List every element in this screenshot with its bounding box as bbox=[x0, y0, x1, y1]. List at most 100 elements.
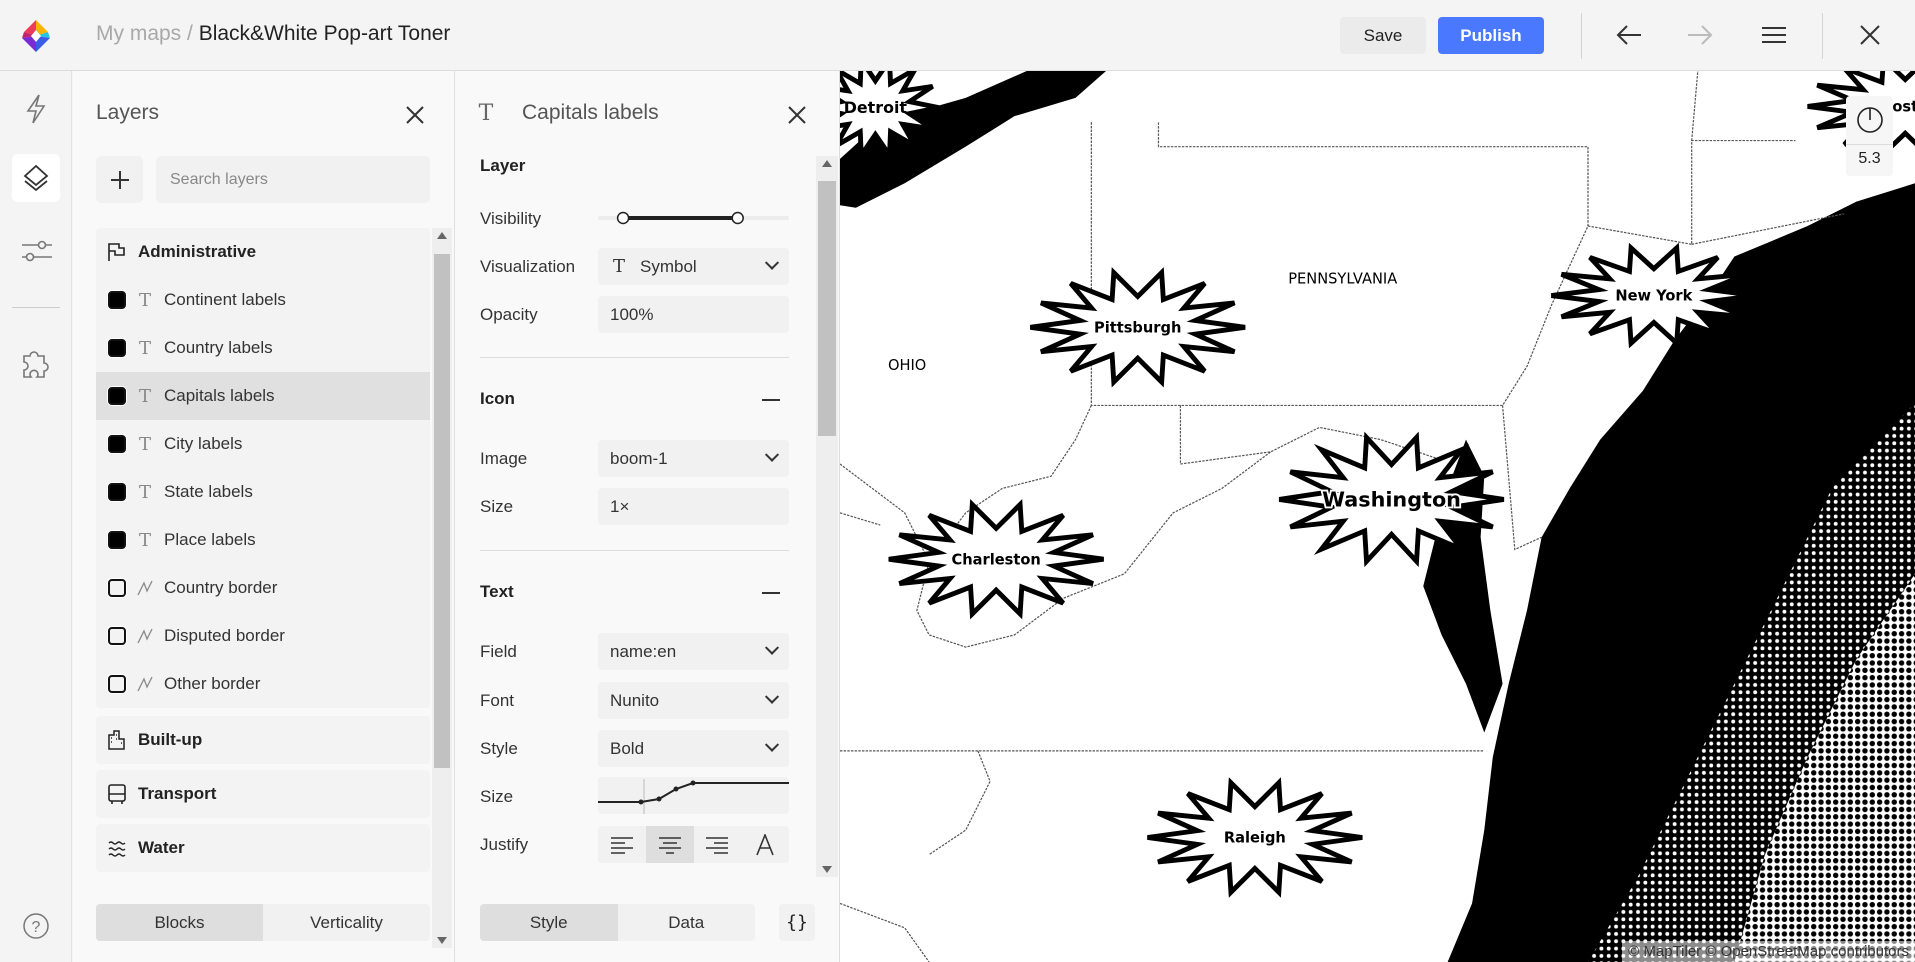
text-size-zoom-curve[interactable] bbox=[598, 777, 789, 814]
svg-text:?: ? bbox=[32, 919, 41, 936]
tab-verticality[interactable]: Verticality bbox=[263, 904, 430, 941]
layer-item[interactable]: T Country labels bbox=[96, 324, 430, 372]
layer-item[interactable]: T State labels bbox=[96, 468, 430, 516]
text-type-icon: T bbox=[138, 433, 151, 455]
capital-marker[interactable]: New York bbox=[1551, 242, 1757, 349]
chevron-down-icon bbox=[764, 689, 780, 704]
layer-item[interactable]: Country border bbox=[96, 564, 430, 612]
opacity-label: Opacity bbox=[480, 305, 538, 324]
layer-group-header[interactable]: Administrative bbox=[96, 228, 430, 276]
capital-marker[interactable]: Washington bbox=[1278, 431, 1505, 568]
compass-icon[interactable] bbox=[1856, 106, 1884, 134]
scrollbar[interactable] bbox=[432, 228, 452, 948]
font-select[interactable]: Nunito bbox=[598, 682, 789, 719]
layer-visibility-toggle[interactable] bbox=[108, 291, 126, 309]
auto-text-icon bbox=[756, 833, 774, 855]
close-icon[interactable] bbox=[1858, 23, 1882, 47]
layer-visibility-toggle[interactable] bbox=[108, 531, 126, 549]
sliders-icon[interactable] bbox=[20, 237, 52, 265]
layer-label: City labels bbox=[164, 434, 243, 453]
scroll-up-icon[interactable] bbox=[822, 160, 832, 167]
layer-item[interactable]: T Place labels bbox=[96, 516, 430, 564]
capital-marker[interactable]: Detroit bbox=[840, 71, 940, 163]
layer-group-header[interactable]: Transport bbox=[96, 770, 430, 818]
font-style-select[interactable]: Bold bbox=[598, 730, 789, 767]
opacity-value: 100% bbox=[610, 304, 654, 324]
capital-marker[interactable]: Charleston bbox=[888, 499, 1104, 620]
layer-item[interactable]: T Continent labels bbox=[96, 276, 430, 324]
tab-blocks[interactable]: Blocks bbox=[96, 904, 263, 941]
layer-visibility-toggle[interactable] bbox=[108, 579, 126, 597]
scrollbar-thumb[interactable] bbox=[818, 181, 836, 436]
add-layer-button[interactable] bbox=[96, 156, 143, 203]
justify-center-button[interactable] bbox=[645, 826, 694, 863]
maptiler-logo[interactable] bbox=[18, 18, 54, 54]
layers-button[interactable] bbox=[12, 154, 60, 202]
field-value: name:en bbox=[610, 641, 677, 661]
visibility-min-handle[interactable] bbox=[616, 211, 630, 225]
justify-auto-button[interactable] bbox=[741, 826, 789, 863]
visibility-range-slider[interactable] bbox=[598, 206, 789, 230]
layer-visibility-toggle[interactable] bbox=[108, 339, 126, 357]
capital-marker[interactable]: Raleigh bbox=[1147, 777, 1363, 898]
visibility-max-handle[interactable] bbox=[731, 211, 744, 225]
layer-visibility-toggle[interactable] bbox=[108, 387, 126, 405]
capital-marker[interactable]: Pittsburgh bbox=[1030, 267, 1246, 388]
layer-group-header[interactable]: Built-up bbox=[96, 716, 430, 764]
layer-visibility-toggle[interactable] bbox=[108, 483, 126, 501]
layer-visibility-toggle[interactable] bbox=[108, 435, 126, 453]
state-label: OHIO bbox=[888, 357, 926, 374]
opacity-input[interactable]: 100% bbox=[598, 296, 789, 333]
layer-label: Country labels bbox=[164, 338, 273, 357]
field-select[interactable]: name:en bbox=[598, 633, 789, 670]
map-attribution[interactable]: © MapTiler © OpenStreetMap contributors bbox=[1622, 941, 1915, 962]
justify-label: Justify bbox=[480, 835, 529, 854]
tab-data[interactable]: Data bbox=[618, 904, 756, 941]
visualization-select[interactable]: T Symbol bbox=[598, 248, 789, 285]
layer-item[interactable]: T City labels bbox=[96, 420, 430, 468]
layer-item[interactable]: T Capitals labels bbox=[96, 372, 430, 420]
json-editor-button[interactable]: {} bbox=[779, 904, 815, 941]
scrollbar[interactable] bbox=[816, 156, 838, 877]
layer-group-built-up: Built-up bbox=[96, 716, 430, 764]
redo-arrow-icon[interactable] bbox=[1686, 23, 1714, 47]
justify-buttons bbox=[598, 826, 789, 863]
publish-button[interactable]: Publish bbox=[1438, 17, 1544, 54]
puzzle-icon[interactable] bbox=[20, 347, 50, 379]
layer-list: Administrative T Continent labels T Country … bbox=[96, 228, 441, 948]
breadcrumb-my-maps[interactable]: My maps bbox=[96, 22, 181, 45]
image-select[interactable]: boom-1 bbox=[598, 440, 789, 477]
map-title[interactable]: Black&White Pop-art Toner bbox=[199, 22, 451, 45]
capital-label: Washington bbox=[1322, 488, 1461, 512]
lightning-icon[interactable] bbox=[22, 93, 50, 125]
building-icon bbox=[108, 730, 125, 750]
menu-icon[interactable] bbox=[1760, 24, 1788, 46]
layer-item[interactable]: Disputed border bbox=[96, 612, 430, 660]
text-type-icon: T bbox=[138, 385, 151, 407]
save-button[interactable]: Save bbox=[1340, 17, 1426, 54]
layer-visibility-toggle[interactable] bbox=[108, 675, 126, 693]
justify-right-button[interactable] bbox=[694, 826, 742, 863]
tab-style[interactable]: Style bbox=[480, 904, 618, 941]
chevron-down-icon bbox=[764, 737, 780, 752]
layer-style-panel: T Capitals labels Layer Visibility Visua… bbox=[455, 71, 840, 962]
collapse-icon-section-button[interactable] bbox=[762, 399, 780, 401]
close-icon[interactable] bbox=[403, 103, 427, 127]
undo-arrow-icon[interactable] bbox=[1615, 23, 1643, 47]
layer-item[interactable]: Other border bbox=[96, 660, 430, 708]
icon-size-input[interactable]: 1× bbox=[598, 488, 789, 525]
group-label: Built-up bbox=[138, 730, 203, 749]
scroll-up-icon[interactable] bbox=[437, 232, 447, 239]
chevron-down-icon bbox=[764, 640, 780, 655]
scrollbar-thumb[interactable] bbox=[434, 254, 450, 768]
scroll-down-icon[interactable] bbox=[437, 937, 447, 944]
help-icon[interactable]: ? bbox=[21, 911, 51, 941]
layer-group-header[interactable]: Water bbox=[96, 824, 430, 872]
close-icon[interactable] bbox=[785, 103, 809, 127]
scroll-down-icon[interactable] bbox=[822, 866, 832, 873]
map-canvas[interactable]: Detroit Pittsburgh New York Washington Charl… bbox=[840, 71, 1915, 962]
layer-visibility-toggle[interactable] bbox=[108, 627, 126, 645]
search-layers-input[interactable] bbox=[156, 156, 430, 203]
justify-left-button[interactable] bbox=[598, 826, 646, 863]
collapse-text-section-button[interactable] bbox=[762, 592, 780, 594]
